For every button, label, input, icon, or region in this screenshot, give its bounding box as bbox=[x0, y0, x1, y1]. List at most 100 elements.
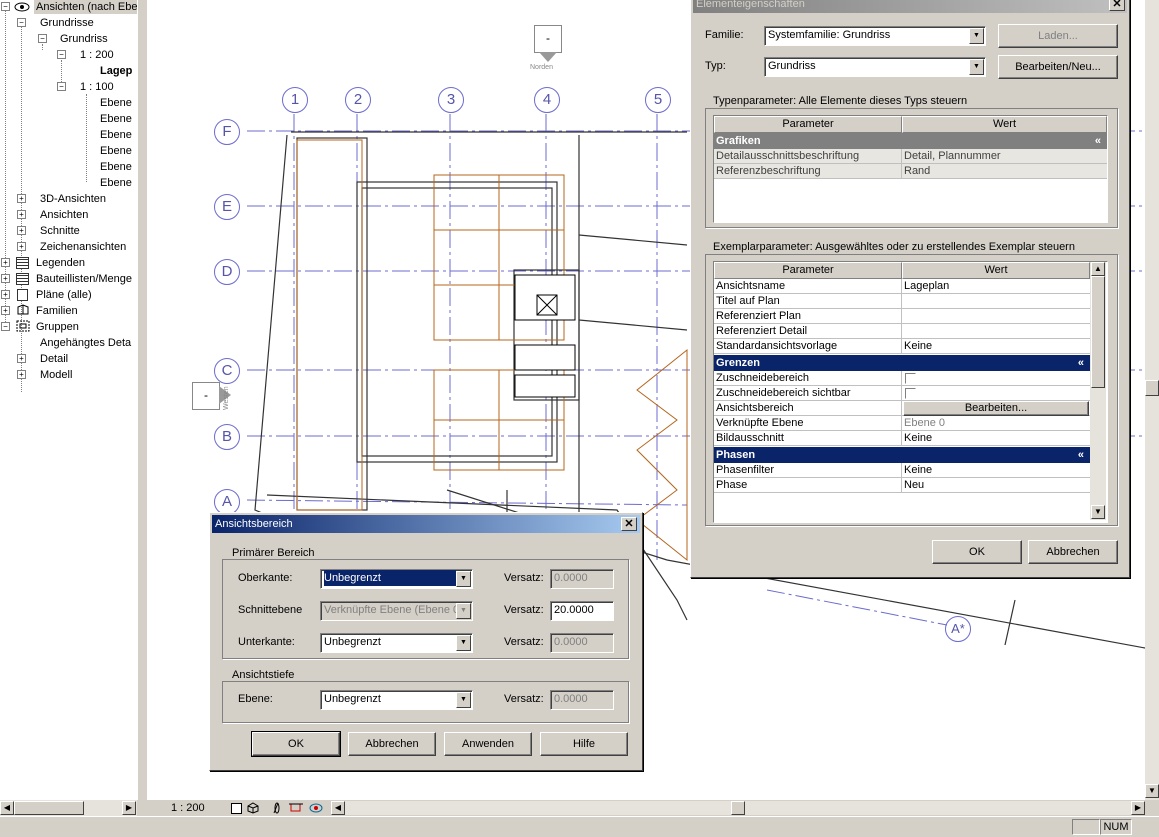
ebene-offset-input[interactable]: 0.0000 bbox=[550, 690, 614, 710]
collapse-icon[interactable]: − bbox=[17, 18, 26, 27]
chevron-down-icon[interactable]: ▼ bbox=[969, 28, 984, 44]
chevron-down-icon[interactable]: ▼ bbox=[969, 59, 984, 75]
tree-item-ebene[interactable]: Ebene bbox=[100, 144, 132, 158]
project-browser[interactable]: − Ansichten (nach Ebe − Grundrisse − Gru… bbox=[0, 0, 137, 800]
column-header-wert[interactable]: Wert bbox=[902, 116, 1107, 133]
collapse-icon[interactable]: « bbox=[1078, 447, 1084, 463]
grid-row-bubble[interactable]: D bbox=[214, 259, 240, 285]
tree-item-ebene[interactable]: Ebene bbox=[100, 112, 132, 126]
expand-icon[interactable]: + bbox=[17, 210, 26, 219]
table-row[interactable]: Ansichtsbereich Bearbeiten... bbox=[714, 401, 1090, 416]
tree-item-ebene[interactable]: Ebene bbox=[100, 128, 132, 142]
scroll-thumb[interactable] bbox=[1091, 276, 1105, 388]
chevron-down-icon[interactable]: ▼ bbox=[456, 692, 471, 708]
view-scale[interactable]: 1 : 200 bbox=[171, 802, 205, 814]
hide-isolate-icon[interactable] bbox=[309, 802, 325, 814]
apply-button[interactable]: Anwenden bbox=[444, 732, 532, 756]
table-row[interactable]: Bildausschnitt Keine bbox=[714, 431, 1090, 446]
instance-params-grid[interactable]: Parameter Wert Ansichtsname Lageplan Tit… bbox=[713, 261, 1108, 523]
expand-icon[interactable]: + bbox=[17, 226, 26, 235]
section-grenzen[interactable]: Grenzen « bbox=[714, 355, 1090, 371]
column-header-wert[interactable]: Wert bbox=[902, 262, 1090, 279]
chevron-down-icon[interactable]: ▼ bbox=[456, 571, 471, 587]
ansichtsbereich-edit-button[interactable]: Bearbeiten... bbox=[903, 401, 1089, 416]
scroll-left-icon[interactable]: ◀ bbox=[331, 801, 345, 815]
tree-item-modell[interactable]: Modell bbox=[40, 368, 72, 382]
ebene-select[interactable]: Unbegrenzt ▼ bbox=[320, 690, 473, 710]
ok-button[interactable]: OK bbox=[251, 731, 341, 757]
collapse-icon[interactable]: − bbox=[57, 82, 66, 91]
collapse-icon[interactable]: − bbox=[1, 322, 10, 331]
collapse-icon[interactable]: « bbox=[1078, 355, 1084, 371]
grid-column-bubble[interactable]: 4 bbox=[534, 87, 560, 113]
familie-select[interactable]: Systemfamilie: Grundriss ▼ bbox=[764, 26, 986, 46]
param-value[interactable] bbox=[902, 309, 1090, 324]
tree-item-ebene[interactable]: Ebene bbox=[100, 176, 132, 190]
grid-column-bubble[interactable]: 2 bbox=[345, 87, 371, 113]
grid-column-bubble[interactable]: 3 bbox=[438, 87, 464, 113]
scroll-right-icon[interactable]: ▶ bbox=[1131, 801, 1145, 815]
close-icon[interactable]: ✕ bbox=[1109, 0, 1125, 11]
table-row[interactable]: Ansichtsname Lageplan bbox=[714, 279, 1090, 294]
table-row[interactable]: Referenzbeschriftung Rand bbox=[714, 164, 1107, 179]
expand-icon[interactable]: + bbox=[17, 242, 26, 251]
table-row[interactable]: Zuschneidebereich bbox=[714, 371, 1090, 386]
unterkante-offset-input[interactable]: 0.0000 bbox=[550, 633, 614, 653]
param-value[interactable]: Keine bbox=[902, 463, 1090, 478]
scroll-right-icon[interactable]: ▶ bbox=[122, 801, 136, 815]
oberkante-select[interactable]: Unbegrenzt ▼ bbox=[320, 569, 473, 589]
tree-item-legenden[interactable]: Legenden bbox=[36, 256, 85, 270]
collapse-icon[interactable]: − bbox=[38, 34, 47, 43]
chevron-down-icon[interactable]: ▼ bbox=[456, 635, 471, 651]
expand-icon[interactable]: + bbox=[17, 354, 26, 363]
scroll-thumb[interactable] bbox=[731, 801, 745, 815]
table-row[interactable]: Zuschneidebereich sichtbar bbox=[714, 386, 1090, 401]
browser-hscrollbar[interactable]: ◀ ▶ bbox=[0, 800, 137, 816]
unterkante-select[interactable]: Unbegrenzt ▼ bbox=[320, 633, 473, 653]
table-row[interactable]: Detailausschnittsbeschriftung Detail, Pl… bbox=[714, 149, 1107, 164]
expand-icon[interactable]: + bbox=[1, 306, 10, 315]
grid-vscrollbar[interactable]: ▲ ▼ bbox=[1090, 262, 1106, 520]
param-value[interactable] bbox=[902, 294, 1090, 309]
expand-icon[interactable]: + bbox=[17, 194, 26, 203]
tree-item-zeichenansichten[interactable]: Zeichenansichten bbox=[40, 240, 126, 254]
table-row[interactable]: Verknüpfte Ebene Ebene 0 bbox=[714, 416, 1090, 431]
column-header-parameter[interactable]: Parameter bbox=[714, 262, 902, 279]
shadow-icon[interactable] bbox=[271, 802, 281, 814]
tree-item-3d-ansichten[interactable]: 3D-Ansichten bbox=[40, 192, 106, 206]
oberkante-offset-input[interactable]: 0.0000 bbox=[550, 569, 614, 589]
tree-item-ansichten-sub[interactable]: Ansichten bbox=[40, 208, 88, 222]
schnittebene-offset-input[interactable]: 20.0000 bbox=[550, 601, 614, 621]
scroll-thumb[interactable] bbox=[1145, 380, 1159, 396]
expand-icon[interactable]: + bbox=[17, 370, 26, 379]
grid-row-bubble[interactable]: A* bbox=[945, 616, 971, 642]
type-params-grid[interactable]: Parameter Wert Grafiken « Detailausschni… bbox=[713, 115, 1108, 223]
laden-button[interactable]: Laden... bbox=[998, 24, 1118, 48]
grid-row-bubble[interactable]: E bbox=[214, 194, 240, 220]
tree-item-ebene[interactable]: Ebene bbox=[100, 96, 132, 110]
tree-item-scale-200[interactable]: 1 : 200 bbox=[80, 48, 114, 62]
grid-row-bubble[interactable]: F bbox=[214, 119, 240, 145]
zuschneidebereich-checkbox[interactable] bbox=[905, 373, 916, 384]
elevation-marker-west[interactable]: - bbox=[192, 382, 220, 410]
model-graphics-icon[interactable] bbox=[247, 802, 259, 814]
tree-item-grundrisse[interactable]: Grundrisse bbox=[40, 16, 94, 30]
tree-item-angehaengtes-detail[interactable]: Angehängtes Deta bbox=[40, 336, 131, 350]
scroll-thumb[interactable] bbox=[14, 801, 84, 815]
table-row[interactable]: Titel auf Plan bbox=[714, 294, 1090, 309]
grid-column-bubble[interactable]: 5 bbox=[645, 87, 671, 113]
detail-level-icon[interactable] bbox=[231, 803, 242, 814]
tree-item-ebene[interactable]: Ebene bbox=[100, 160, 132, 174]
cancel-button[interactable]: Abbrechen bbox=[348, 732, 436, 756]
grid-column-bubble[interactable]: 1 bbox=[282, 87, 308, 113]
table-row[interactable]: Standardansichtsvorlage Keine bbox=[714, 339, 1090, 354]
schnittebene-select[interactable]: Verknüpfte Ebene (Ebene 0 ▼ bbox=[320, 601, 473, 621]
scroll-down-icon[interactable]: ▼ bbox=[1145, 784, 1159, 798]
collapse-icon[interactable]: − bbox=[57, 50, 66, 59]
table-row[interactable]: Referenziert Plan bbox=[714, 309, 1090, 324]
param-value[interactable]: Lageplan bbox=[902, 279, 1090, 294]
help-button[interactable]: Hilfe bbox=[540, 732, 628, 756]
tree-item-grundriss[interactable]: Grundriss bbox=[60, 32, 108, 46]
param-value[interactable]: Keine bbox=[902, 431, 1090, 446]
param-value[interactable]: Neu bbox=[902, 478, 1090, 493]
